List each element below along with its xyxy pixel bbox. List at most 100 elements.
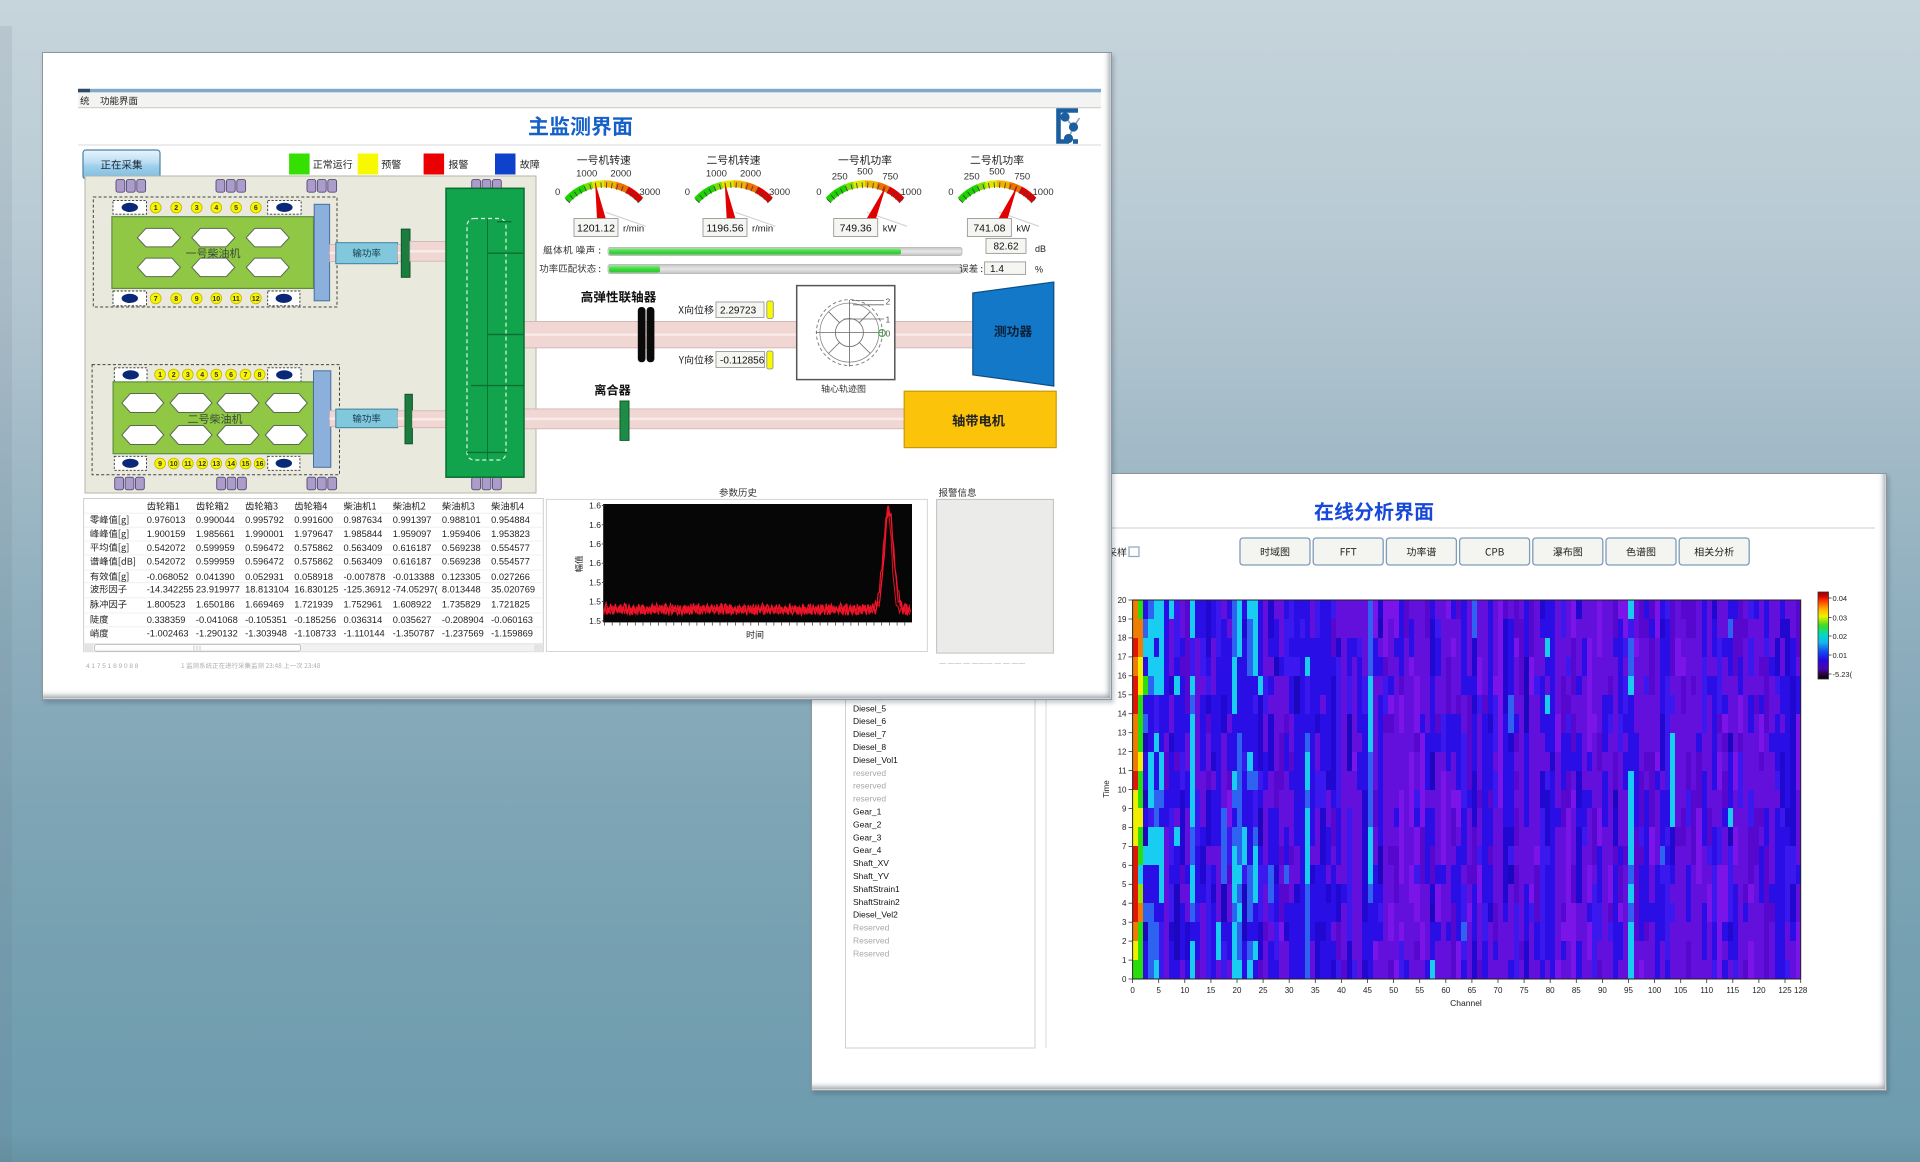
svg-text:0.041390: 0.041390	[196, 572, 235, 582]
svg-text:-0.112856: -0.112856	[720, 356, 765, 367]
svg-text:500: 500	[857, 166, 873, 177]
svg-text:8: 8	[258, 372, 262, 379]
svg-text:17: 17	[1118, 653, 1127, 662]
svg-text:16.830125: 16.830125	[294, 585, 338, 595]
svg-text:1.985661: 1.985661	[196, 529, 235, 539]
svg-text:0: 0	[555, 187, 560, 198]
svg-text:18: 18	[1118, 634, 1127, 643]
svg-text:-0.185256: -0.185256	[294, 615, 336, 625]
svg-text:0.542072: 0.542072	[147, 543, 186, 553]
svg-text:55: 55	[1415, 986, 1424, 995]
svg-text:0.01: 0.01	[1833, 651, 1848, 660]
svg-text:3: 3	[1122, 918, 1127, 927]
svg-text:0.988101: 0.988101	[442, 515, 481, 525]
svg-text:85: 85	[1572, 986, 1581, 995]
svg-text:ShaftStrain1: ShaftStrain1	[853, 884, 900, 894]
svg-text:12: 12	[252, 296, 260, 303]
svg-text:-1.303948: -1.303948	[245, 629, 287, 639]
svg-text:2000: 2000	[740, 169, 761, 180]
svg-text:741.08: 741.08	[973, 223, 1005, 235]
svg-text:1.800523: 1.800523	[147, 600, 186, 610]
svg-text:4 1 7 5 1 8 9 0 8 8: 4 1 7 5 1 8 9 0 8 8	[86, 663, 139, 670]
svg-text:0.02: 0.02	[1833, 632, 1848, 641]
svg-text:4: 4	[200, 372, 204, 379]
svg-text:0.596472: 0.596472	[245, 543, 284, 553]
svg-text:%: %	[1035, 265, 1043, 275]
svg-text:Gear_1: Gear_1	[853, 807, 882, 817]
svg-text:0.616187: 0.616187	[393, 543, 432, 553]
svg-text:Reserved: Reserved	[853, 948, 890, 958]
svg-text:Channel: Channel	[1450, 998, 1482, 1008]
svg-text:2000: 2000	[610, 169, 631, 180]
svg-text:reserved: reserved	[853, 794, 886, 804]
svg-text:Diesel_6: Diesel_6	[853, 716, 886, 726]
svg-text:3: 3	[195, 205, 199, 212]
svg-text:0: 0	[816, 187, 821, 198]
svg-text:2: 2	[174, 205, 178, 212]
svg-text:9: 9	[1122, 804, 1127, 813]
svg-text:10: 10	[1180, 986, 1189, 995]
svg-text:4: 4	[1122, 899, 1127, 908]
svg-text:20: 20	[1233, 986, 1242, 995]
svg-text:0.987634: 0.987634	[344, 515, 383, 525]
svg-text:8: 8	[1122, 823, 1127, 832]
svg-text:0.599959: 0.599959	[196, 557, 235, 567]
svg-text:Reserved: Reserved	[853, 936, 890, 946]
svg-text:0.058918: 0.058918	[294, 572, 333, 582]
svg-text:16: 16	[1118, 672, 1127, 681]
svg-text:Diesel_5: Diesel_5	[853, 703, 886, 713]
svg-text:-1.237569: -1.237569	[442, 629, 484, 639]
svg-text:kW: kW	[883, 224, 897, 235]
svg-text:500: 500	[989, 166, 1005, 177]
svg-text:reserved: reserved	[853, 781, 886, 791]
svg-text:r/min: r/min	[752, 224, 773, 235]
svg-text:1.735829: 1.735829	[442, 600, 481, 610]
svg-text:1.959406: 1.959406	[442, 529, 481, 539]
svg-text:8: 8	[174, 296, 178, 303]
svg-text:0: 0	[886, 329, 891, 339]
svg-text:0.569238: 0.569238	[442, 557, 481, 567]
svg-text:7: 7	[154, 296, 158, 303]
svg-text:14: 14	[227, 461, 235, 468]
svg-text:1.985844: 1.985844	[344, 529, 383, 539]
svg-text:0.03: 0.03	[1833, 613, 1848, 622]
svg-text:5: 5	[1122, 880, 1127, 889]
svg-text:2.29723: 2.29723	[720, 306, 757, 317]
svg-text:15: 15	[1206, 986, 1215, 995]
svg-text:1.5: 1.5	[589, 597, 601, 607]
svg-text:6: 6	[1122, 861, 1127, 870]
svg-text:Diesel_7: Diesel_7	[853, 729, 886, 739]
svg-text:1: 1	[154, 205, 158, 212]
svg-text:45: 45	[1363, 986, 1372, 995]
svg-text:-14.342255: -14.342255	[147, 585, 194, 595]
svg-text:5: 5	[214, 372, 218, 379]
svg-text:Gear_4: Gear_4	[853, 845, 882, 855]
svg-text:1.669469: 1.669469	[245, 600, 284, 610]
svg-text:0.995792: 0.995792	[245, 515, 284, 525]
svg-text:0.027266: 0.027266	[491, 572, 530, 582]
svg-text:1196.56: 1196.56	[706, 223, 743, 235]
svg-text:ShaftStrain2: ShaftStrain2	[853, 897, 900, 907]
svg-text:95: 95	[1624, 986, 1633, 995]
svg-text:10: 10	[170, 461, 178, 468]
svg-text:3000: 3000	[769, 187, 790, 198]
svg-text:Gear_3: Gear_3	[853, 832, 882, 842]
svg-text:4: 4	[214, 205, 218, 212]
svg-text:1.6: 1.6	[589, 558, 601, 568]
svg-text:-0.068052: -0.068052	[147, 572, 189, 582]
svg-text:-0.041068: -0.041068	[196, 615, 238, 625]
svg-text:1.5: 1.5	[589, 577, 601, 587]
svg-text:Diesel_Vol1: Diesel_Vol1	[853, 755, 898, 765]
svg-text:Shaft_YV: Shaft_YV	[853, 871, 889, 881]
svg-text:1: 1	[886, 315, 891, 325]
svg-text:8.013448: 8.013448	[442, 585, 481, 595]
svg-text:23.919977: 23.919977	[196, 585, 240, 595]
svg-text:r/min: r/min	[623, 224, 644, 235]
svg-text:-1.159869: -1.159869	[491, 629, 533, 639]
svg-text:1.6: 1.6	[589, 520, 601, 530]
svg-text:1000: 1000	[1033, 187, 1054, 198]
svg-text:20: 20	[1118, 596, 1127, 605]
svg-text:1.5: 1.5	[589, 616, 601, 626]
svg-text:5: 5	[1156, 986, 1161, 995]
svg-text:5: 5	[234, 205, 238, 212]
